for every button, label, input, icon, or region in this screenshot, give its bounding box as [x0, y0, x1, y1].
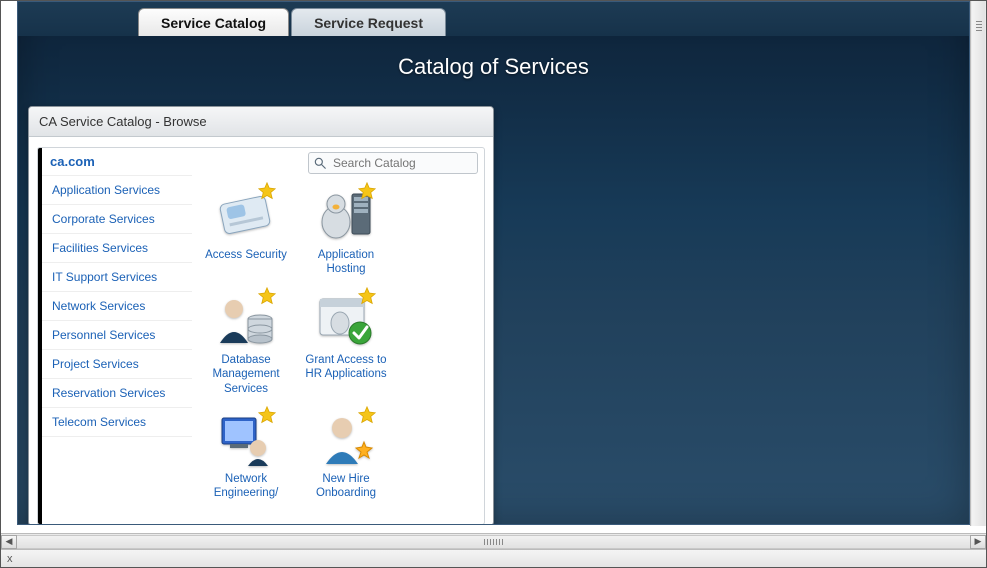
panel-body: ca.com Application Services Corporate Se…: [37, 147, 485, 525]
sidebar-item-project-services[interactable]: Project Services: [42, 350, 192, 379]
sidebar-item-telecom-services[interactable]: Telecom Services: [42, 408, 192, 437]
tile-access-security[interactable]: Access Security: [198, 186, 294, 277]
scroll-right-button[interactable]: ▶: [970, 535, 986, 549]
app-viewport: Service Catalog Service Request Catalog …: [0, 0, 987, 568]
tile-network-engineering[interactable]: Network Engineering/: [198, 410, 294, 501]
category-sidebar: ca.com Application Services Corporate Se…: [38, 148, 192, 524]
newhire-icon: [310, 410, 382, 468]
panel-title: CA Service Catalog - Browse: [29, 107, 493, 137]
search-row: [192, 148, 484, 178]
sidebar-item-reservation-services[interactable]: Reservation Services: [42, 379, 192, 408]
tile-database-management-services[interactable]: Database Management Services: [198, 291, 294, 396]
tab-service-catalog[interactable]: Service Catalog: [138, 8, 289, 36]
tile-label: Access Security: [198, 248, 294, 262]
tenant-label[interactable]: ca.com: [42, 148, 192, 176]
id-card-icon: [210, 186, 282, 244]
tile-application-hosting[interactable]: Application Hosting: [298, 186, 394, 277]
sidebar-item-application-services[interactable]: Application Services: [42, 176, 192, 205]
tile-new-hire-onboarding[interactable]: New Hire Onboarding: [298, 410, 394, 501]
netops-icon: [210, 410, 282, 468]
sidebar-item-facilities-services[interactable]: Facilities Services: [42, 234, 192, 263]
star-icon: [358, 406, 376, 424]
service-grid: Access Security: [192, 178, 484, 524]
search-icon: [311, 154, 329, 172]
tab-bar: Service Catalog Service Request: [18, 2, 969, 36]
star-icon: [358, 287, 376, 305]
star-icon: [258, 406, 276, 424]
sidebar-item-personnel-services[interactable]: Personnel Services: [42, 321, 192, 350]
star-icon: [258, 287, 276, 305]
tile-label: New Hire Onboarding: [298, 472, 394, 501]
dba-icon: [210, 291, 282, 349]
tile-label: Grant Access to HR Applications: [298, 353, 394, 382]
status-text: x: [7, 553, 13, 565]
tab-service-request[interactable]: Service Request: [291, 8, 446, 36]
status-bar: x: [1, 549, 986, 567]
sidebar-item-corporate-services[interactable]: Corporate Services: [42, 205, 192, 234]
outer-horizontal-scrollbar[interactable]: ◀ ▶: [1, 533, 986, 549]
sidebar-item-it-support-services[interactable]: IT Support Services: [42, 263, 192, 292]
page-title: Catalog of Services: [18, 36, 969, 94]
star-icon: [258, 182, 276, 200]
search-wrap[interactable]: [308, 152, 478, 174]
window-check-icon: [310, 291, 382, 349]
scroll-left-button[interactable]: ◀: [1, 535, 17, 549]
sidebar-item-network-services[interactable]: Network Services: [42, 292, 192, 321]
outer-vertical-scrollbar[interactable]: [970, 1, 986, 526]
search-input[interactable]: [329, 156, 469, 170]
catalog-panel: CA Service Catalog - Browse ca.com Appli…: [28, 106, 494, 525]
tile-label: Database Management Services: [198, 353, 294, 396]
main-frame: Service Catalog Service Request Catalog …: [17, 1, 970, 525]
star-icon: [358, 182, 376, 200]
server-penguin-icon: [310, 186, 382, 244]
tile-label: Network Engineering/: [198, 472, 294, 501]
tile-label: Application Hosting: [298, 248, 394, 277]
tile-grant-access-hr-apps[interactable]: Grant Access to HR Applications: [298, 291, 394, 396]
